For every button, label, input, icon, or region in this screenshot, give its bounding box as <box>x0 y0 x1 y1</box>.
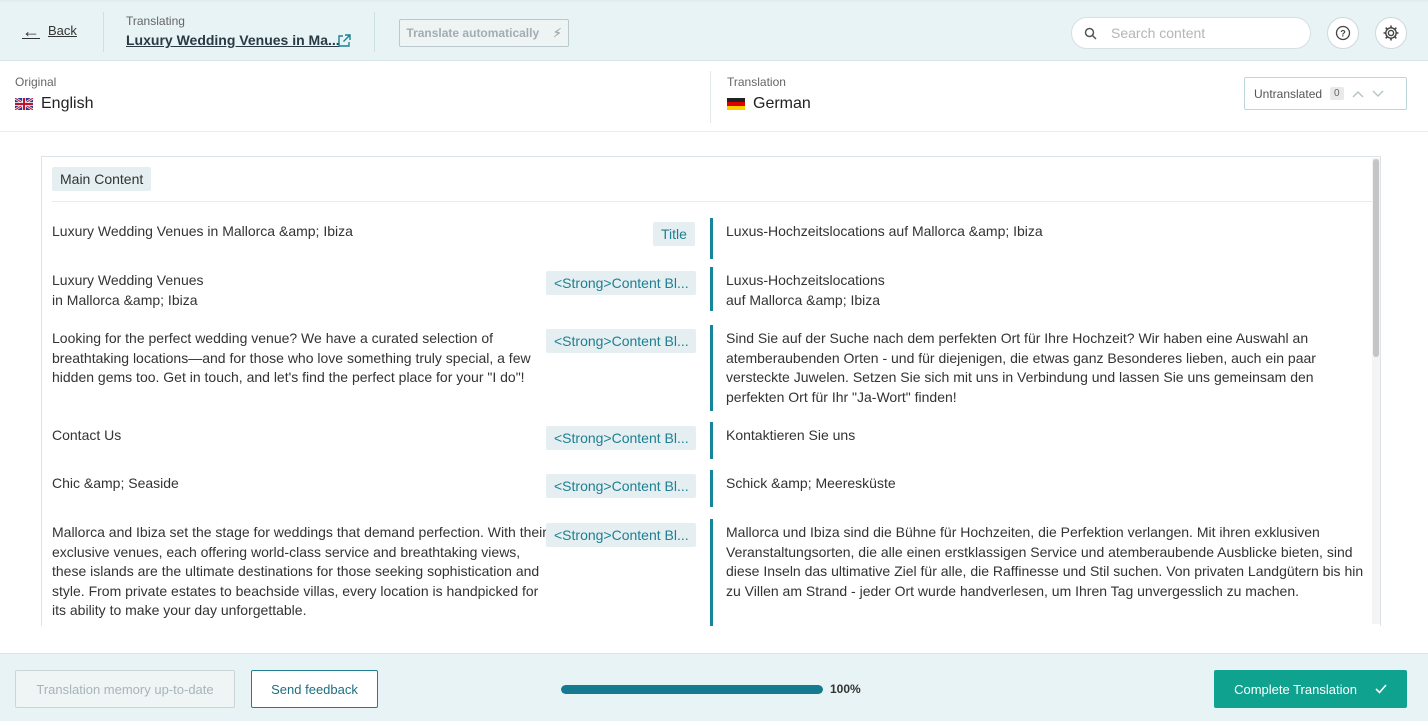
settings-button[interactable] <box>1375 17 1407 49</box>
progress-fill <box>561 685 823 694</box>
germany-flag-icon <box>727 98 745 110</box>
header-divider <box>374 12 375 52</box>
field-type-tag: <Strong>Content Bl... <box>546 426 696 450</box>
complete-translation-button[interactable]: Complete Translation <box>1214 670 1407 708</box>
untranslated-label: Untranslated <box>1254 86 1323 101</box>
checkmark-icon <box>1375 684 1387 694</box>
original-text: Chic &amp; Seaside <box>52 475 179 491</box>
field-type-tag: Title <box>653 222 695 246</box>
field-type-tag: <Strong>Content Bl... <box>546 329 696 353</box>
translation-language-name: German <box>753 95 811 112</box>
scrollbar-thumb[interactable] <box>1373 159 1379 357</box>
back-link[interactable]: ← Back <box>22 20 77 41</box>
untranslated-filter[interactable]: Untranslated 0 <box>1244 77 1407 110</box>
original-language: English <box>15 95 93 113</box>
section-label: Main Content <box>52 167 152 191</box>
row-accent-bar <box>710 470 713 507</box>
original-text: Luxury Wedding Venues in Mallorca &amp; … <box>52 223 353 239</box>
language-bar: Original English Translation German Untr… <box>0 61 1428 132</box>
translation-language: German <box>727 95 811 113</box>
row-accent-bar <box>710 325 713 411</box>
original-language-name: English <box>41 95 94 112</box>
field-type-tag: <Strong>Content Bl... <box>546 271 696 295</box>
translation-label: Translation <box>727 75 786 89</box>
original-text: Luxury Wedding Venues in Mallorca &amp; … <box>52 272 204 308</box>
complete-translation-label: Complete Translation <box>1234 681 1357 697</box>
translation-text[interactable]: Kontaktieren Sie uns <box>726 426 1366 446</box>
svg-text:?: ? <box>1340 29 1346 39</box>
translation-memory-button[interactable]: Translation memory up-to-date <box>15 670 235 708</box>
back-label: Back <box>48 23 77 38</box>
original-text: Contact Us <box>52 427 122 443</box>
field-type-tag: <Strong>Content Bl... <box>546 474 696 498</box>
row-accent-bar <box>710 519 713 626</box>
chevron-down-icon[interactable] <box>1372 89 1384 98</box>
row-accent-bar <box>710 218 713 259</box>
send-feedback-button[interactable]: Send feedback <box>251 670 378 708</box>
page-title-link[interactable]: Luxury Wedding Venues in Ma... <box>126 32 340 48</box>
original-text: Mallorca and Ibiza set the stage for wed… <box>52 524 547 618</box>
row-accent-bar <box>710 422 713 459</box>
original-text: Looking for the perfect wedding venue? W… <box>52 330 531 385</box>
translation-panel: Main Content Luxury Wedding Venues in Ma… <box>41 156 1381 626</box>
original-label: Original <box>15 75 57 89</box>
translation-text[interactable]: Schick &amp; Meeresküste <box>726 474 1366 494</box>
uk-flag-icon <box>15 98 33 110</box>
progress-percent: 100% <box>830 682 861 696</box>
chevron-up-icon[interactable] <box>1352 90 1364 98</box>
translating-label: Translating <box>126 14 185 28</box>
section-divider <box>52 201 1372 202</box>
translation-text[interactable]: Luxus-Hochzeitslocations auf Mallorca &a… <box>726 271 1366 310</box>
search-input[interactable] <box>1111 25 1291 41</box>
untranslated-count-badge: 0 <box>1330 87 1344 100</box>
external-link-icon[interactable] <box>337 34 351 48</box>
progress-bar <box>561 685 823 694</box>
gear-icon <box>1383 25 1399 41</box>
translation-text[interactable]: Mallorca und Ibiza sind die Bühne für Ho… <box>726 523 1366 601</box>
row-accent-bar <box>710 267 713 311</box>
help-button[interactable]: ? <box>1327 17 1359 49</box>
translate-automatically-button[interactable]: Translate automatically ⚡︎ <box>399 19 569 47</box>
arrow-left-icon: ← <box>22 20 40 41</box>
language-divider <box>710 71 711 123</box>
translation-text[interactable]: Sind Sie auf der Suche nach dem perfekte… <box>726 329 1366 407</box>
footer-bar: Translation memory up-to-date Send feedb… <box>0 653 1428 721</box>
top-header: ← Back Translating Luxury Wedding Venues… <box>0 0 1428 61</box>
header-divider <box>103 12 104 52</box>
translation-text[interactable]: Luxus-Hochzeitslocations auf Mallorca &a… <box>726 222 1366 242</box>
search-box[interactable] <box>1071 17 1311 49</box>
auto-translate-label: Translate automatically <box>406 26 540 40</box>
question-circle-icon: ? <box>1335 25 1351 41</box>
lightning-icon: ⚡︎ <box>553 26 562 40</box>
search-icon <box>1084 27 1097 40</box>
field-type-tag: <Strong>Content Bl... <box>546 523 696 547</box>
